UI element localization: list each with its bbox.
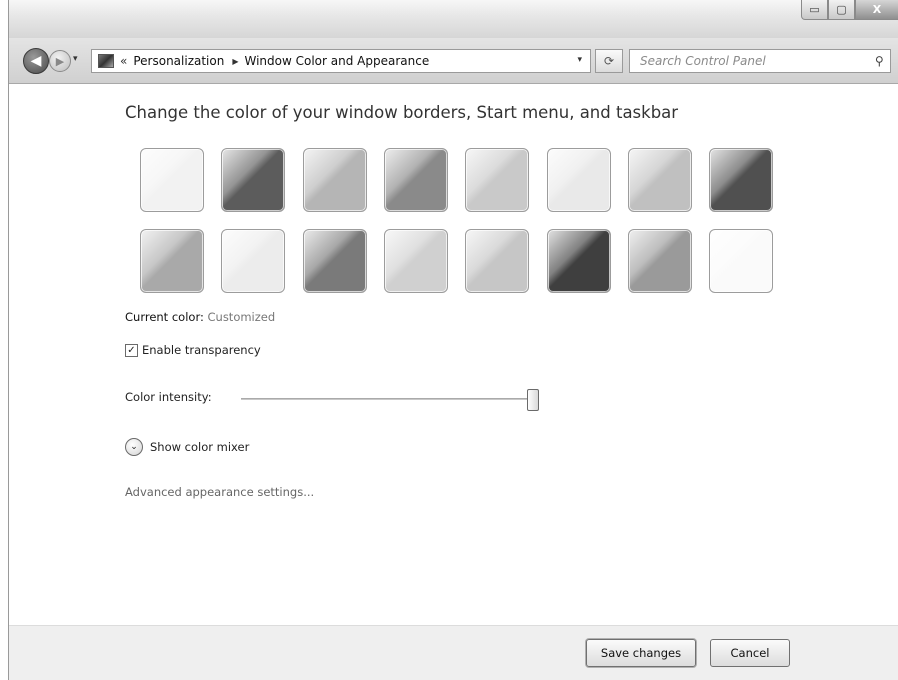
refresh-button[interactable]: ⟳ (595, 49, 623, 73)
enable-transparency[interactable]: ✓ Enable transparency (125, 343, 261, 357)
minimize-button[interactable]: ▭ (801, 0, 828, 20)
show-color-mixer[interactable]: ⌄ Show color mixer (125, 438, 249, 456)
color-swatch[interactable] (221, 148, 285, 212)
title-bar: ▭ ▢ X (9, 0, 898, 38)
color-swatch[interactable] (303, 229, 367, 293)
color-intensity-label: Color intensity: (125, 390, 212, 404)
slider-track[interactable] (241, 398, 531, 400)
color-swatch[interactable] (303, 148, 367, 212)
caption-buttons: ▭ ▢ X (801, 0, 898, 20)
color-swatch[interactable] (709, 229, 773, 293)
back-button[interactable]: ◀ (23, 48, 49, 74)
color-swatch[interactable] (628, 229, 692, 293)
color-swatch[interactable] (709, 148, 773, 212)
color-swatch[interactable] (628, 148, 692, 212)
address-bar[interactable]: « Personalization ▶ Window Color and App… (91, 49, 591, 73)
color-swatch[interactable] (140, 148, 204, 212)
transparency-checkbox[interactable]: ✓ (125, 343, 138, 357)
color-swatch[interactable] (384, 148, 448, 212)
page-title: Change the color of your window borders,… (125, 103, 679, 122)
show-color-mixer-label[interactable]: Show color mixer (150, 440, 249, 454)
address-overflow-chevron-icon[interactable]: « (120, 54, 127, 68)
color-swatch[interactable] (465, 229, 529, 293)
main-content: Change the color of your window borders,… (9, 85, 898, 625)
color-swatch[interactable] (547, 229, 611, 293)
transparency-label[interactable]: Enable transparency (142, 343, 261, 357)
breadcrumb-separator-icon[interactable]: ▶ (232, 57, 238, 66)
color-swatch[interactable] (140, 229, 204, 293)
search-input[interactable] (630, 50, 860, 72)
search-icon[interactable]: ⚲ (875, 54, 884, 68)
maximize-button[interactable]: ▢ (828, 0, 855, 20)
cancel-button[interactable]: Cancel (710, 639, 790, 667)
address-dropdown-icon[interactable]: ▾ (577, 55, 582, 65)
footer-bar: Save changes Cancel (9, 625, 898, 680)
advanced-appearance-link[interactable]: Advanced appearance settings... (125, 485, 314, 499)
current-color: Current color: Customized (125, 310, 275, 324)
color-swatch[interactable] (221, 229, 285, 293)
color-swatch[interactable] (465, 148, 529, 212)
current-color-label: Current color: (125, 310, 204, 324)
search-box: ⚲ (629, 49, 891, 73)
color-swatch[interactable] (547, 148, 611, 212)
color-intensity-slider[interactable] (241, 389, 539, 411)
forward-button[interactable]: ▶ (49, 50, 71, 72)
recent-pages-dropdown[interactable]: ▾ (73, 54, 78, 64)
close-button[interactable]: X (855, 0, 898, 20)
expand-chevron-icon[interactable]: ⌄ (125, 438, 143, 456)
current-color-value: Customized (207, 310, 276, 324)
breadcrumb-window-color[interactable]: Window Color and Appearance (244, 54, 429, 68)
save-changes-button[interactable]: Save changes (586, 639, 696, 667)
color-swatch[interactable] (384, 229, 448, 293)
window: ▭ ▢ X ◀ ▶ ▾ « Personalization ▶ Window C… (8, 0, 898, 680)
breadcrumb-personalization[interactable]: Personalization (133, 54, 224, 68)
navigation-bar: ◀ ▶ ▾ « Personalization ▶ Window Color a… (9, 38, 898, 84)
control-panel-icon (98, 54, 114, 68)
slider-thumb[interactable] (527, 389, 539, 411)
